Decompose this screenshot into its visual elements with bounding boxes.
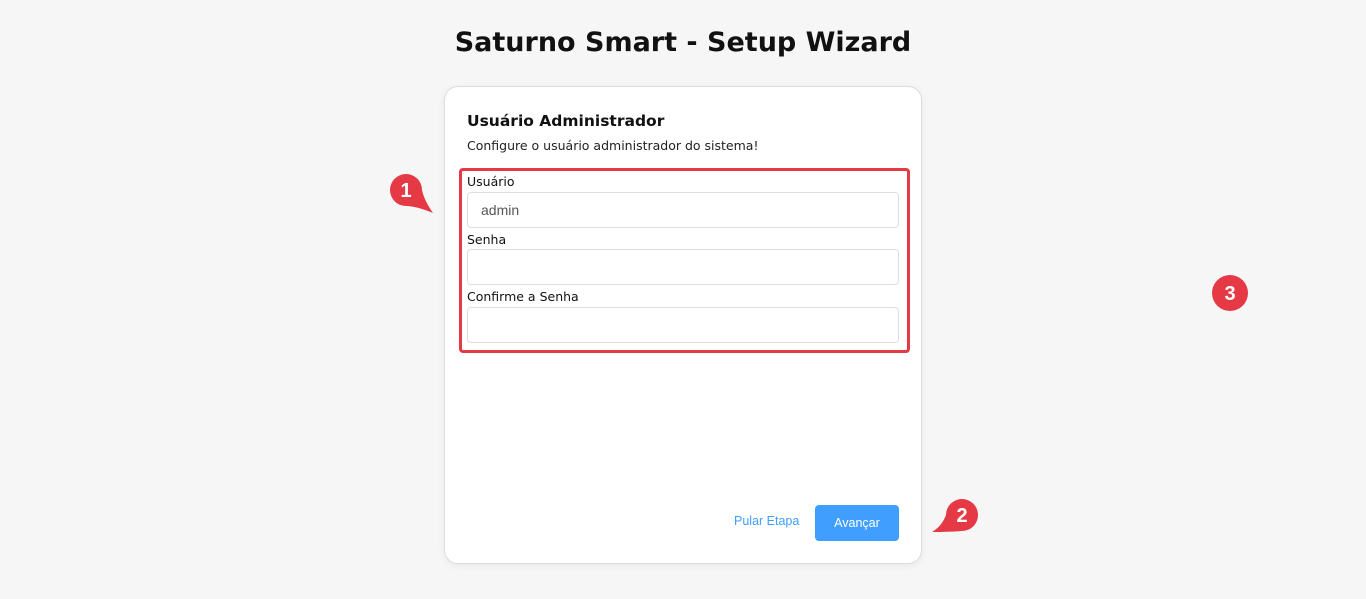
confirm-password-input[interactable] [467,307,899,343]
username-label: Usuário [467,174,515,189]
step-description: Configure o usuário administrador do sis… [467,138,759,153]
callout-3-marker: 3 [1212,275,1248,311]
page-title: Saturno Smart - Setup Wizard [454,27,912,58]
next-button[interactable]: Avançar [815,505,899,541]
callout-2-label: 2 [956,505,967,527]
callout-1-label: 1 [400,180,411,202]
callout-2-marker: 2 [932,499,978,532]
password-input[interactable] [467,249,899,285]
username-input[interactable]: admin [467,192,899,228]
confirm-password-label: Confirme a Senha [467,289,579,304]
step-title: Usuário Administrador [467,112,665,130]
password-label: Senha [467,232,507,247]
callout-1-marker: 1 [390,174,433,213]
callout-3-label: 3 [1224,283,1235,305]
skip-step-link[interactable]: Pular Etapa [734,514,799,528]
